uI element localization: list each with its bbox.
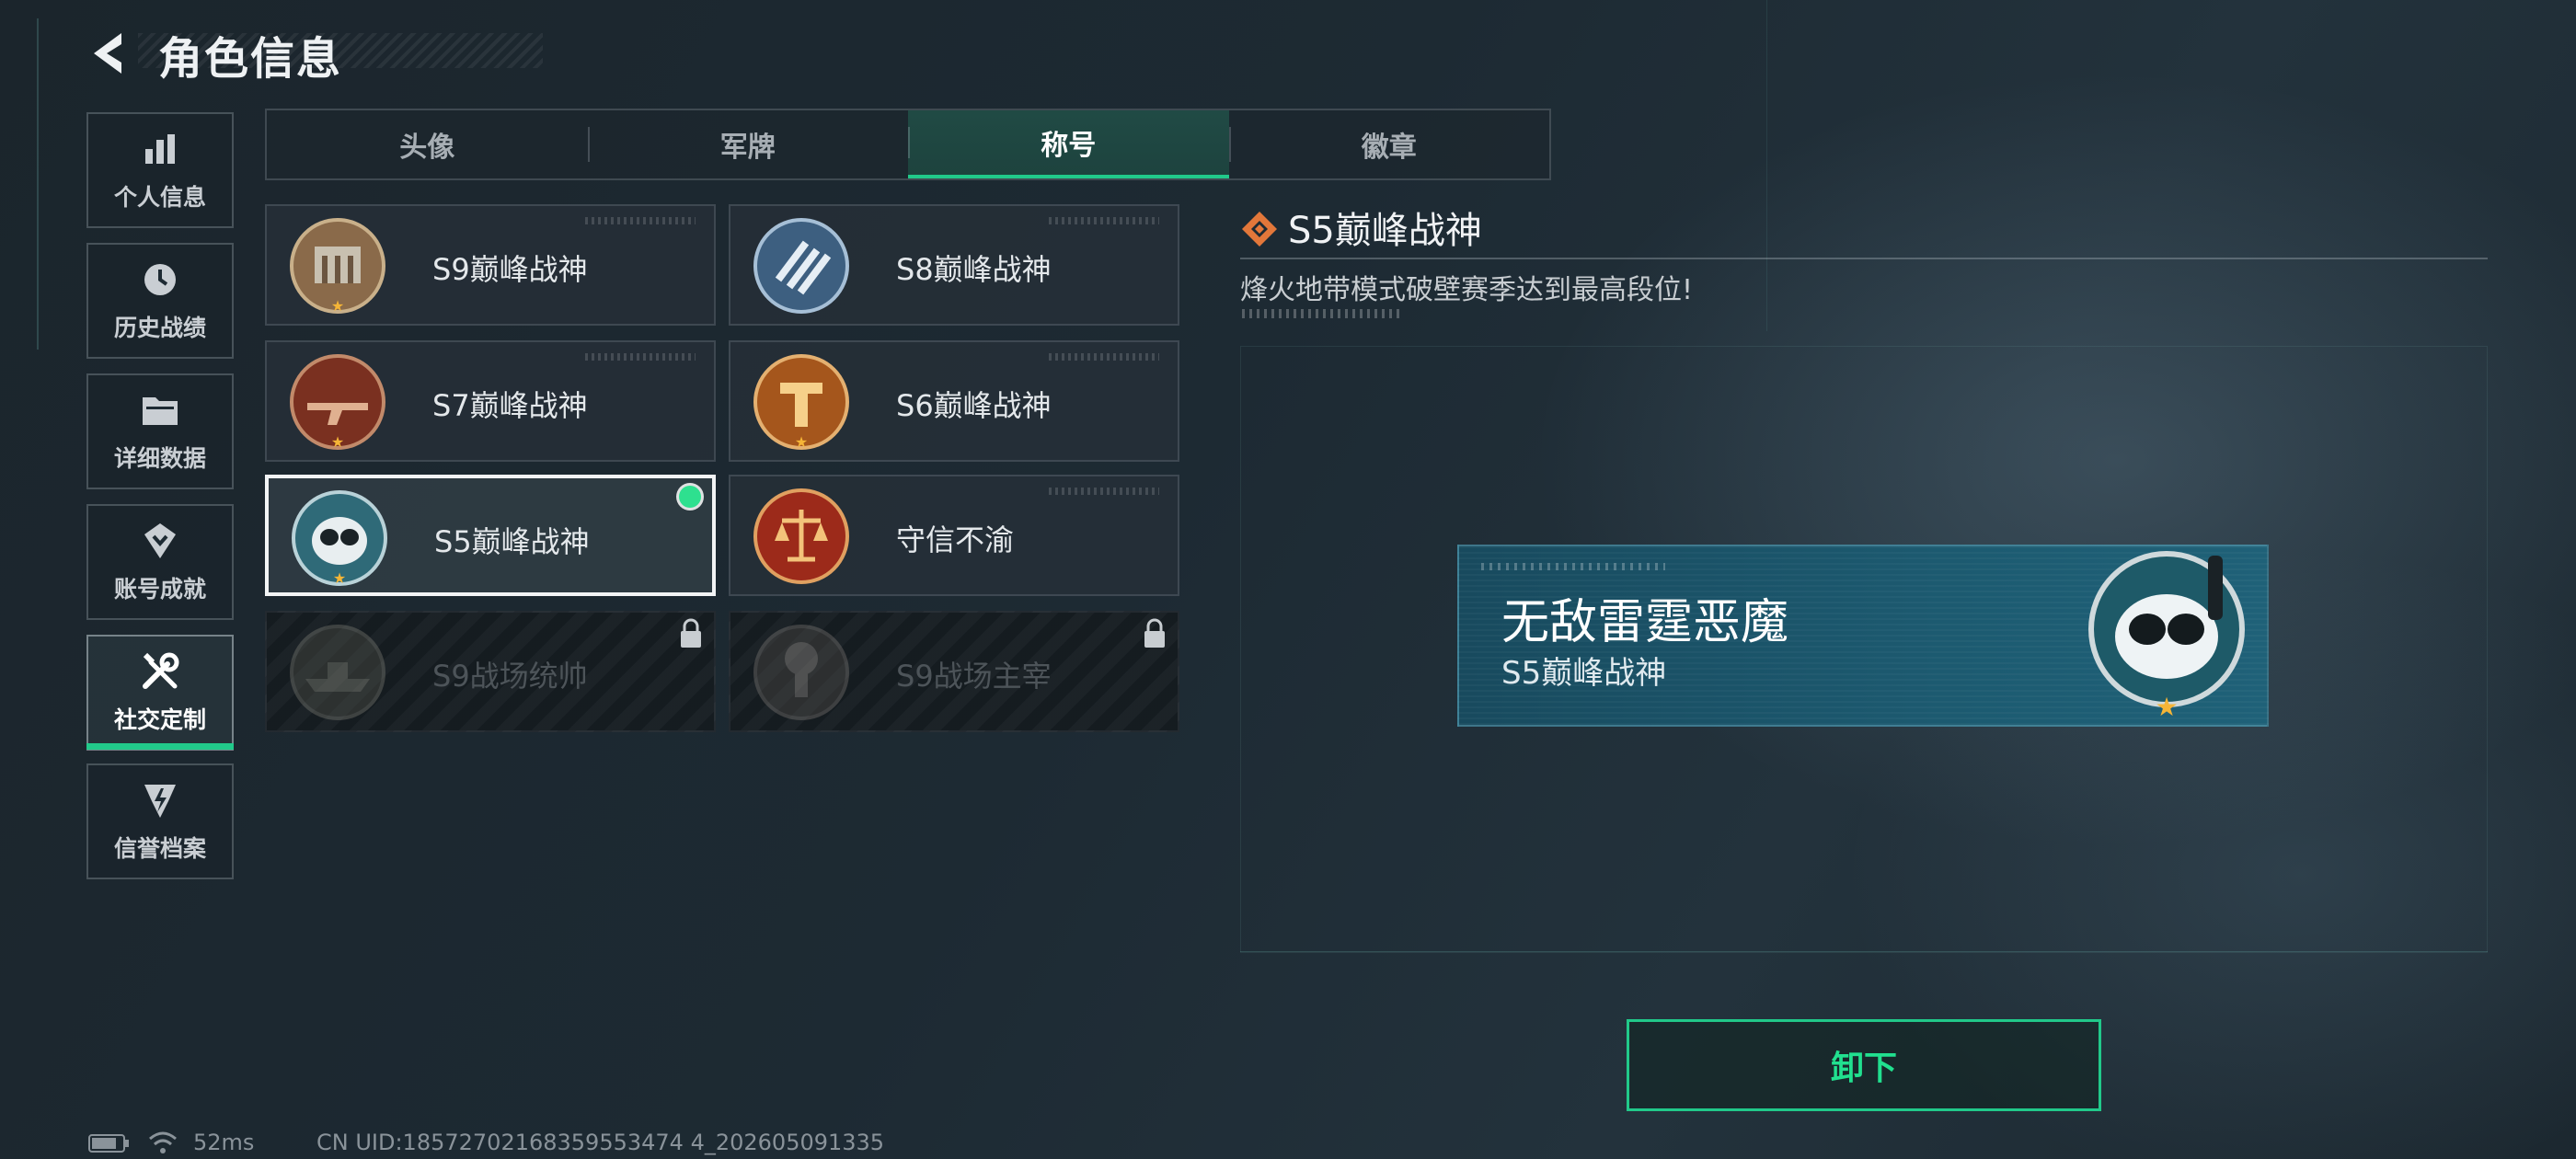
- unequip-button[interactable]: 卸下: [1627, 1019, 2101, 1111]
- title-name: S8巅峰战神: [896, 252, 1052, 287]
- hud-line: [1766, 0, 1767, 331]
- s5-badge-icon: ★: [292, 490, 387, 587]
- achievement-icon: [139, 520, 181, 562]
- page-title: 角色信息: [158, 33, 343, 85]
- title-name: S7巅峰战神: [432, 388, 588, 423]
- title-diamond-icon: [1242, 212, 1277, 247]
- tab-title[interactable]: 称号: [908, 110, 1229, 178]
- folder-icon: [139, 389, 181, 431]
- preview-title: S5巅峰战神: [1501, 655, 1667, 692]
- sidebar-item-reputation[interactable]: 信誉档案: [86, 763, 234, 879]
- card-decoration: [1049, 488, 1159, 495]
- title-preview-card: 无敌雷霆恶魔 S5巅峰战神 ★: [1457, 545, 2269, 727]
- lock-icon: [681, 618, 701, 648]
- title-card[interactable]: ★ S6巅峰战神: [729, 340, 1179, 462]
- title-card-selected[interactable]: ★ S5巅峰战神: [265, 475, 716, 596]
- card-decoration: [1049, 353, 1159, 361]
- title-description: 烽火地带模式破壁赛季达到最高段位!: [1240, 274, 1694, 306]
- svg-text:★: ★: [333, 569, 346, 587]
- tab-badge[interactable]: 徽章: [1228, 110, 1550, 178]
- selected-title-name: S5巅峰战神: [1288, 210, 1482, 252]
- title-card[interactable]: S8巅峰战神: [729, 204, 1179, 326]
- tab-dog-tag[interactable]: 军牌: [587, 110, 909, 178]
- title-name: S9战场主宰: [896, 659, 1052, 694]
- svg-text:★: ★: [795, 433, 808, 451]
- s5-badge-icon: ★: [2088, 551, 2245, 721]
- sidebar-item-personal-info[interactable]: 个人信息: [86, 112, 234, 228]
- sidebar-item-label: 社交定制: [113, 706, 206, 733]
- ping-readout: 52ms: [193, 1130, 255, 1155]
- reputation-icon: [139, 779, 181, 821]
- user-uid: CN UID:18572702168359553474 4_2026050913…: [316, 1130, 885, 1155]
- s9-dominator-badge-icon: [753, 625, 849, 720]
- description-decoration: [1242, 309, 1400, 318]
- title-name: 守信不渝: [896, 522, 1015, 557]
- lock-icon: [1144, 618, 1165, 648]
- scales-badge-icon: [753, 488, 849, 584]
- s7-badge-icon: ★: [290, 354, 385, 451]
- title-name: S5巅峰战神: [434, 524, 590, 559]
- s6-badge-icon: ★: [753, 354, 849, 451]
- title-card-locked[interactable]: S9战场主宰: [729, 611, 1179, 732]
- back-arrow-icon: [94, 33, 121, 74]
- tab-avatar[interactable]: 头像: [267, 110, 588, 178]
- bar-chart-icon: [139, 128, 181, 170]
- svg-text:★: ★: [2155, 692, 2178, 721]
- title-name: S9巅峰战神: [432, 252, 588, 287]
- tab-bar: 头像 军牌 称号 徽章: [265, 109, 1551, 180]
- title-name: S9战场统帅: [432, 659, 588, 694]
- sidebar-item-label: 个人信息: [113, 184, 206, 211]
- equipped-indicator: [679, 486, 701, 508]
- title-card-locked[interactable]: S9战场统帅: [265, 611, 716, 732]
- sidebar-active-indicator: [86, 743, 234, 750]
- svg-text:★: ★: [331, 433, 344, 451]
- s9-commander-badge-icon: [290, 625, 385, 720]
- s9-badge-icon: ★: [290, 218, 385, 315]
- sidebar-item-label: 账号成就: [113, 576, 206, 602]
- sidebar-item-label: 信誉档案: [113, 835, 206, 862]
- hud-line: [37, 18, 39, 350]
- wifi-icon: [149, 1131, 177, 1153]
- sidebar-item-detailed-data[interactable]: 详细数据: [86, 373, 234, 489]
- sidebar-item-label: 详细数据: [113, 445, 206, 472]
- card-decoration: [1049, 217, 1159, 224]
- title-name: S6巅峰战神: [896, 388, 1052, 423]
- divider: [1240, 258, 2488, 259]
- card-decoration: [585, 353, 696, 361]
- back-button[interactable]: [85, 28, 136, 79]
- history-icon: [139, 258, 181, 301]
- title-card[interactable]: ★ S7巅峰战神: [265, 340, 716, 462]
- title-card[interactable]: ★ S9巅峰战神: [265, 204, 716, 326]
- title-card[interactable]: 守信不渝: [729, 475, 1179, 596]
- s8-badge-icon: [753, 218, 849, 314]
- svg-text:★: ★: [331, 297, 344, 315]
- preview-decoration: [1481, 563, 1665, 570]
- sidebar-item-label: 历史战绩: [113, 315, 206, 341]
- card-decoration: [585, 217, 696, 224]
- sidebar-item-social-customization[interactable]: 社交定制: [86, 635, 234, 751]
- sidebar-item-history[interactable]: 历史战绩: [86, 243, 234, 359]
- battery-icon: [88, 1134, 129, 1153]
- sidebar-item-achievements[interactable]: 账号成就: [86, 504, 234, 620]
- preview-player-name: 无敌雷霆恶魔: [1501, 595, 1789, 650]
- tools-icon: [139, 650, 181, 693]
